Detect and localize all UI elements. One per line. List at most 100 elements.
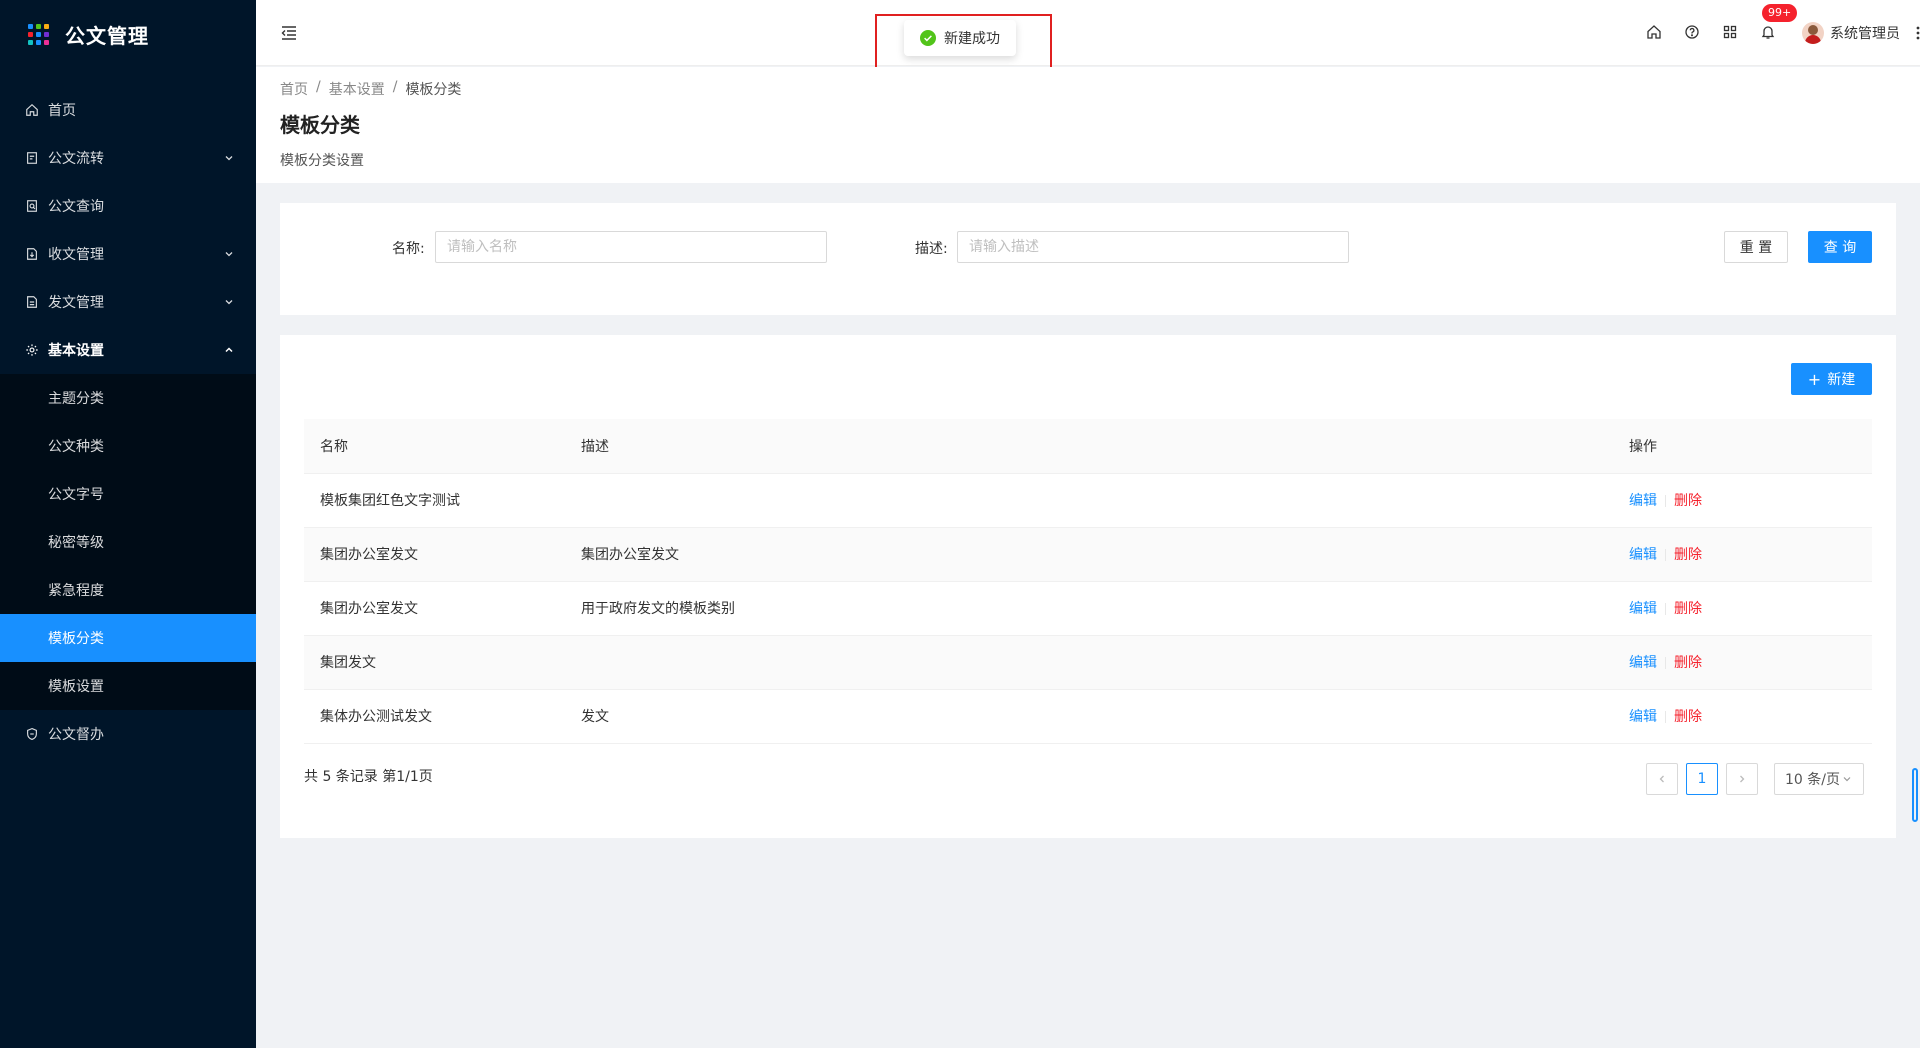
outbox-document-icon bbox=[24, 294, 40, 310]
edit-link[interactable]: 编辑 bbox=[1629, 601, 1657, 617]
name-label: 名称: bbox=[392, 241, 425, 257]
reset-button[interactable]: 重 置 bbox=[1724, 231, 1788, 263]
notification-bell-icon[interactable]: 99+ bbox=[1760, 4, 1798, 42]
action-divider bbox=[1665, 549, 1666, 561]
sidebar-item-label: 模板分类 bbox=[48, 631, 104, 647]
home-icon[interactable] bbox=[1646, 24, 1664, 42]
edit-link[interactable]: 编辑 bbox=[1629, 709, 1657, 725]
column-header-description: 描述 bbox=[565, 419, 1613, 474]
table-row: 集团发文 编辑 删除 bbox=[304, 635, 1872, 690]
logo-dot bbox=[44, 23, 49, 29]
page-size-select[interactable]: 10 条/页 bbox=[1774, 763, 1864, 795]
sidebar-item-label: 公文查询 bbox=[48, 199, 104, 215]
user-menu[interactable]: 系统管理员 bbox=[1802, 22, 1920, 44]
sidebar-item-document-search[interactable]: 公文查询 bbox=[0, 182, 256, 230]
name-input[interactable] bbox=[435, 231, 827, 263]
sidebar-item-template-settings[interactable]: 模板设置 bbox=[0, 662, 256, 710]
chevron-right-icon bbox=[1740, 775, 1745, 783]
sidebar-item-label: 主题分类 bbox=[48, 391, 104, 407]
edit-link[interactable]: 编辑 bbox=[1629, 547, 1657, 563]
add-new-label: 新建 bbox=[1827, 372, 1856, 388]
sidebar-item-outbox[interactable]: 发文管理 bbox=[0, 278, 256, 326]
sidebar-item-secret-level[interactable]: 秘密等级 bbox=[0, 518, 256, 566]
sidebar-item-label: 收文管理 bbox=[48, 247, 104, 263]
app-title: 公文管理 bbox=[65, 23, 149, 48]
scrollbar-thumb[interactable] bbox=[1912, 768, 1918, 822]
breadcrumb-basic-settings[interactable]: 基本设置 bbox=[329, 79, 385, 99]
delete-link[interactable]: 删除 bbox=[1674, 709, 1702, 725]
success-toast: 新建成功 bbox=[904, 20, 1016, 56]
breadcrumb-separator: / bbox=[316, 79, 321, 95]
supervise-icon bbox=[24, 726, 40, 742]
cell-description: 集团办公室发文 bbox=[565, 527, 1613, 582]
data-table: 名称 描述 操作 模板集团红色文字测试 编辑 删除 集团办公室发文 集团办公室发文 编辑删… bbox=[304, 419, 1872, 744]
chevron-up-icon bbox=[225, 347, 233, 353]
add-new-button[interactable]: + 新建 bbox=[1791, 363, 1872, 395]
sidebar-item-template-category[interactable]: 模板分类 bbox=[0, 614, 256, 662]
sidebar-item-document-type[interactable]: 公文种类 bbox=[0, 422, 256, 470]
table-row: 集体办公测试发文 发文 编辑 删除 bbox=[304, 689, 1872, 744]
sidebar-item-inbox[interactable]: 收文管理 bbox=[0, 230, 256, 278]
app-grid-icon bbox=[28, 23, 49, 45]
delete-link[interactable]: 删除 bbox=[1674, 493, 1702, 509]
logo[interactable]: 公文管理 bbox=[0, 0, 256, 68]
cell-name: 集团发文 bbox=[304, 635, 565, 690]
edit-link[interactable]: 编辑 bbox=[1629, 655, 1657, 671]
page-subtitle: 模板分类设置 bbox=[280, 153, 364, 169]
chevron-down-icon bbox=[225, 252, 233, 257]
sidebar-item-label: 公文督办 bbox=[48, 727, 104, 743]
logo-dot bbox=[44, 31, 49, 37]
settings-icon bbox=[24, 342, 40, 358]
breadcrumb-separator: / bbox=[392, 79, 398, 95]
app-switch-icon[interactable] bbox=[1722, 24, 1740, 42]
prev-page-button[interactable] bbox=[1646, 763, 1678, 795]
help-icon[interactable] bbox=[1684, 24, 1702, 42]
next-page-button[interactable] bbox=[1726, 763, 1758, 795]
logo-dot bbox=[36, 23, 41, 29]
more-vertical-icon[interactable] bbox=[1916, 25, 1920, 41]
inbox-document-icon bbox=[24, 246, 40, 262]
chevron-down-icon bbox=[1843, 777, 1851, 782]
pagination: 1 10 条/页 bbox=[1646, 763, 1864, 795]
action-divider bbox=[1665, 495, 1666, 507]
table-row: 集团办公室发文 集团办公室发文 编辑 删除 bbox=[304, 527, 1872, 582]
logo-dot bbox=[28, 39, 33, 45]
table-header-row: 名称 描述 操作 bbox=[304, 419, 1872, 474]
menu-fold-icon[interactable] bbox=[280, 24, 298, 42]
query-button[interactable]: 查 询 bbox=[1808, 231, 1872, 263]
edit-link[interactable]: 编辑 bbox=[1629, 493, 1657, 509]
sidebar-item-label: 公文流转 bbox=[48, 151, 104, 167]
page-header: 首页 / 基本设置 / 模板分类 模板分类 模板分类设置 bbox=[256, 67, 1920, 183]
action-divider bbox=[1665, 603, 1666, 615]
sidebar-item-home[interactable]: 首页 bbox=[0, 86, 256, 134]
action-divider bbox=[1665, 711, 1666, 723]
sidebar: 公文管理 首页 公文流转 公文查询 收文管理 发文管理 基本设置 主题分类 公文… bbox=[0, 0, 256, 1048]
table-row: 模板集团红色文字测试 编辑 删除 bbox=[304, 473, 1872, 528]
sidebar-item-document-number[interactable]: 公文字号 bbox=[0, 470, 256, 518]
description-input[interactable] bbox=[957, 231, 1349, 263]
breadcrumb-home[interactable]: 首页 bbox=[280, 79, 308, 99]
cell-description bbox=[565, 473, 1613, 528]
sidebar-item-document-flow[interactable]: 公文流转 bbox=[0, 134, 256, 182]
user-name: 系统管理员 bbox=[1830, 26, 1900, 42]
cell-name: 模板集团红色文字测试 bbox=[304, 473, 565, 528]
sidebar-item-supervise[interactable]: 公文督办 bbox=[0, 710, 256, 758]
cell-actions: 编辑 删除 bbox=[1613, 689, 1872, 744]
page-number-button[interactable]: 1 bbox=[1686, 763, 1718, 795]
sidebar-item-urgency[interactable]: 紧急程度 bbox=[0, 566, 256, 614]
sidebar-item-label: 首页 bbox=[48, 103, 76, 119]
notification-badge: 99+ bbox=[1762, 4, 1798, 22]
column-header-actions: 操作 bbox=[1613, 419, 1872, 474]
column-header-name: 名称 bbox=[304, 419, 565, 474]
sidebar-item-topic-category[interactable]: 主题分类 bbox=[0, 374, 256, 422]
document-search-icon bbox=[24, 198, 40, 214]
sidebar-menu: 首页 公文流转 公文查询 收文管理 发文管理 基本设置 主题分类 公文种类 公文… bbox=[0, 86, 256, 758]
chevron-down-icon bbox=[225, 300, 233, 305]
delete-link[interactable]: 删除 bbox=[1674, 547, 1702, 563]
sidebar-item-settings[interactable]: 基本设置 bbox=[0, 326, 256, 374]
logo-dot bbox=[36, 39, 41, 45]
delete-link[interactable]: 删除 bbox=[1674, 601, 1702, 617]
plus-icon: + bbox=[1807, 369, 1822, 389]
delete-link[interactable]: 删除 bbox=[1674, 655, 1702, 671]
cell-description: 用于政府发文的模板类别 bbox=[565, 581, 1613, 636]
